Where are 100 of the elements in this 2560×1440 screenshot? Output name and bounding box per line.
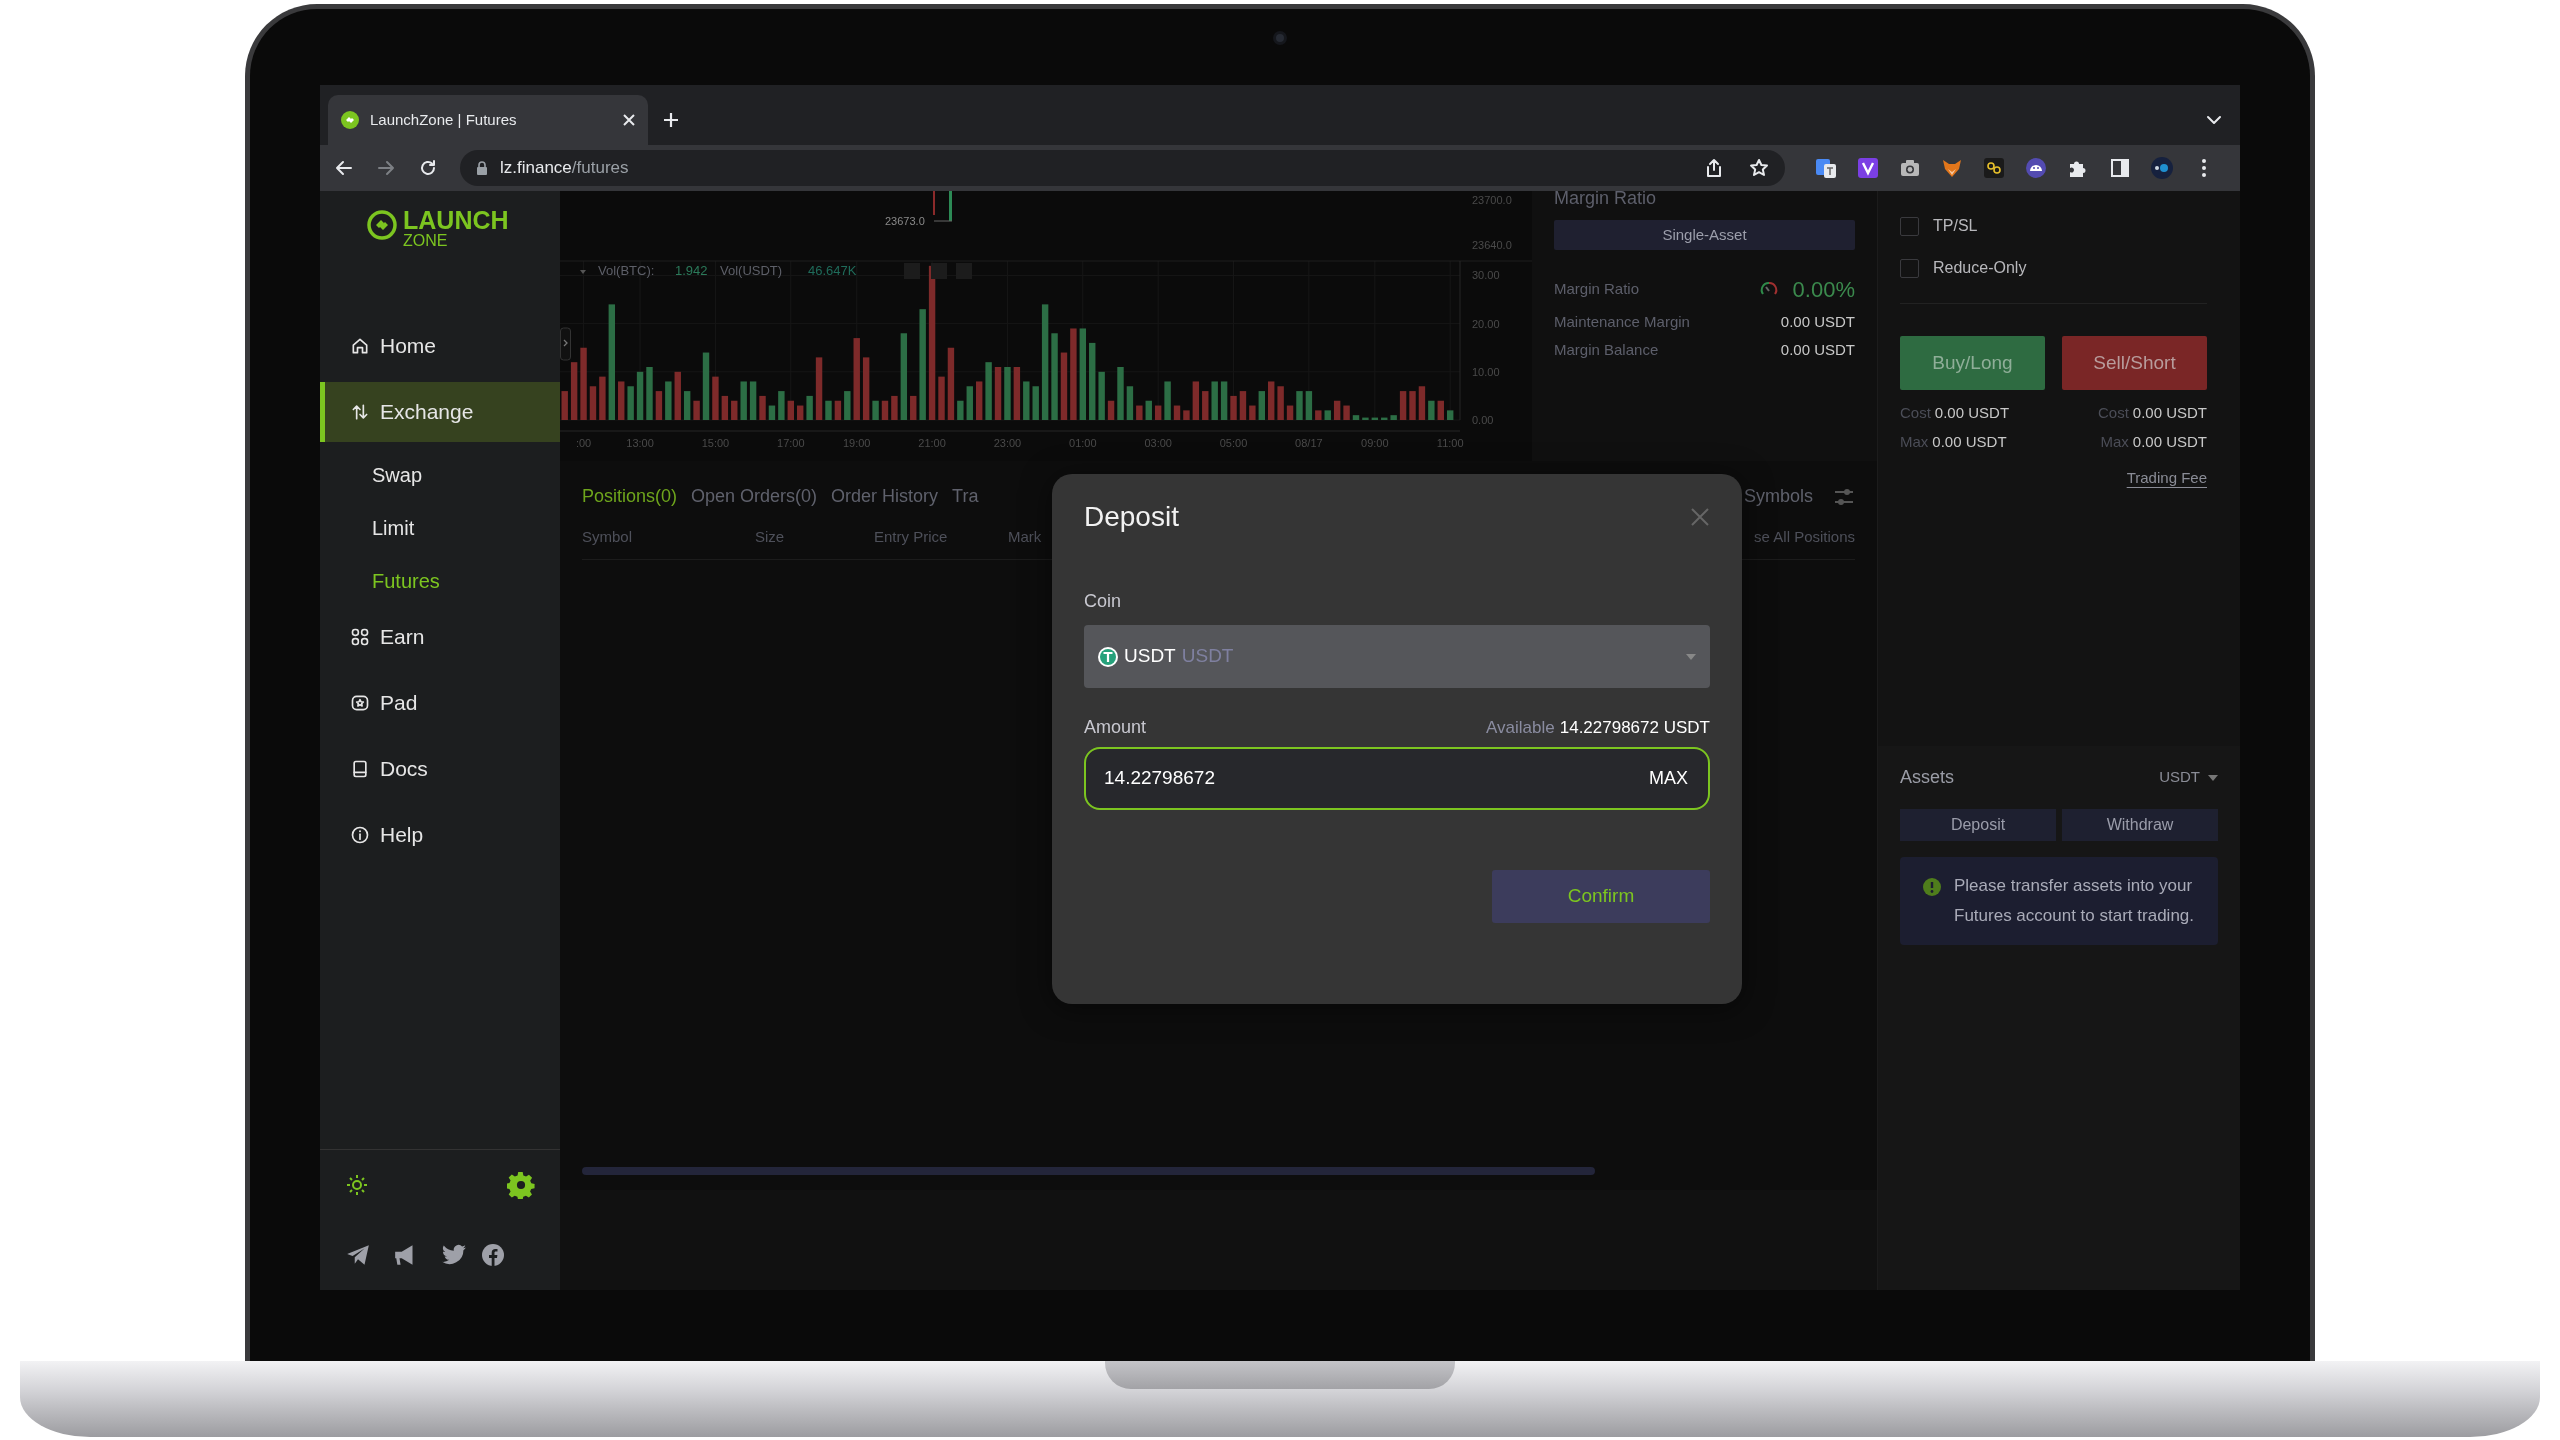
nav-subitem[interactable]: Limit xyxy=(320,501,560,554)
scrollbar[interactable] xyxy=(582,1167,1595,1175)
alert-icon xyxy=(1922,877,1942,897)
share-icon[interactable] xyxy=(1705,158,1723,178)
legend-label: Vol(USDT) xyxy=(720,263,783,278)
trading-fee-link[interactable]: Trading Fee xyxy=(2126,467,2207,490)
section-title: Assets xyxy=(1900,766,1956,789)
coin-select[interactable]: USDT USDT xyxy=(1084,625,1710,688)
volume-bar xyxy=(721,395,729,420)
max-button[interactable]: MAX xyxy=(1649,765,1688,792)
margin-mode-button[interactable]: Single-Asset xyxy=(1554,220,1855,251)
row-label: Margin Balance xyxy=(1554,340,1660,361)
stat-value: 0.00 USDT xyxy=(2132,431,2207,452)
volume-bar xyxy=(1352,415,1360,420)
axis-label: 09:00 xyxy=(1361,437,1389,449)
browser-tab[interactable]: LaunchZone | Futures xyxy=(328,95,648,145)
checkbox[interactable] xyxy=(1900,258,1919,278)
pad-icon xyxy=(350,693,370,713)
stat-label: Max xyxy=(1900,431,1929,452)
asset-button[interactable]: Withdraw xyxy=(2062,809,2218,841)
volume-bar xyxy=(768,405,776,420)
volume-bar xyxy=(1447,410,1454,420)
extension-icon[interactable] xyxy=(1983,157,2005,179)
axis-label: 19:00 xyxy=(842,437,871,449)
translate-icon[interactable] xyxy=(1815,157,1837,179)
earn-icon xyxy=(350,627,370,647)
nav-item[interactable]: Exchange xyxy=(320,382,560,442)
nav-subitem[interactable]: Swap xyxy=(320,448,560,501)
nav-item[interactable]: Help xyxy=(320,805,560,865)
axis-label: 23700.0 xyxy=(1472,194,1512,206)
nav-item[interactable]: Docs xyxy=(320,739,560,799)
exchange-icon xyxy=(350,402,370,422)
star-icon[interactable] xyxy=(1749,158,1769,178)
avatar[interactable] xyxy=(2151,157,2173,179)
volume-bar xyxy=(665,381,672,420)
volume-bar xyxy=(712,376,719,420)
volume-bar xyxy=(1390,415,1397,420)
extension-icon[interactable] xyxy=(1857,157,1879,179)
volume-bar xyxy=(561,391,568,420)
available-amount: 14.22798672 USDT xyxy=(1559,716,1710,739)
volume-bar xyxy=(1173,405,1181,420)
volume-bar xyxy=(683,391,691,420)
fox-icon[interactable] xyxy=(1941,157,1963,179)
sell-button[interactable]: Sell/Short xyxy=(2062,336,2207,390)
nav-item[interactable]: Pad xyxy=(320,673,560,733)
address-field[interactable]: lz.finance/futures xyxy=(460,150,1785,186)
dialog-title: Deposit xyxy=(1084,500,1180,534)
asset-button[interactable]: Deposit xyxy=(1900,809,2056,841)
volume-bar xyxy=(740,381,747,420)
volume-bar xyxy=(759,395,766,420)
legend-label: Vol(BTC): xyxy=(598,263,655,278)
volume-bar xyxy=(731,400,738,420)
side-panel-icon[interactable] xyxy=(2109,157,2131,179)
ghost-icon[interactable] xyxy=(2025,157,2047,179)
checkbox-label: TP/SL xyxy=(1933,216,1978,236)
volume-bar xyxy=(1362,417,1369,420)
confirm-button[interactable]: Confirm xyxy=(1492,870,1710,923)
new-tab-icon[interactable] xyxy=(662,111,680,129)
logo-icon xyxy=(367,210,397,240)
axis-label: 03:00 xyxy=(1144,437,1172,449)
token-icon xyxy=(1098,646,1118,667)
sun-icon[interactable] xyxy=(345,1173,369,1197)
column-header: Symbol xyxy=(582,527,634,547)
back-icon[interactable] xyxy=(334,158,354,178)
caret-icon xyxy=(2208,774,2218,781)
filter-label: Symbols xyxy=(1743,485,1813,508)
settings-icon[interactable] xyxy=(507,1171,535,1199)
volume-bar xyxy=(881,400,889,420)
volume-bar xyxy=(636,371,644,420)
paper-plane-icon[interactable] xyxy=(345,1242,371,1268)
reload-icon[interactable] xyxy=(418,158,438,178)
filter-icon[interactable] xyxy=(1833,486,1855,507)
volume-bar xyxy=(1296,391,1303,420)
nav-subitem[interactable]: Futures xyxy=(320,554,560,607)
chevron-down-icon[interactable] xyxy=(2206,115,2222,125)
nav-item[interactable]: Earn xyxy=(320,607,560,667)
volume-bar xyxy=(957,400,964,420)
volume-bar xyxy=(1211,381,1218,420)
axis-label: 01:00 xyxy=(1069,437,1097,449)
panel-toggle-button[interactable] xyxy=(560,327,571,361)
column-header: Entry Price xyxy=(874,527,949,547)
volume-bar xyxy=(787,400,794,420)
forward-icon[interactable] xyxy=(376,158,396,178)
volume-bar xyxy=(627,386,634,420)
currency-select[interactable]: USDT xyxy=(2159,766,2218,789)
legend-value: 1.942 xyxy=(675,263,708,278)
volume-bar xyxy=(693,400,700,420)
legend-value: 46.647K xyxy=(808,263,857,278)
checkbox-label: Reduce-Only xyxy=(1933,258,2027,278)
volume-bar xyxy=(570,362,578,420)
amount-field[interactable]: 14.22798672 MAX xyxy=(1084,747,1710,810)
camera-icon[interactable] xyxy=(1899,157,1921,179)
brand-subtitle: ZONE xyxy=(403,233,449,249)
tab[interactable]: Positions(0) xyxy=(582,483,678,510)
volume-bar xyxy=(1060,352,1068,420)
volume-bar xyxy=(1418,386,1426,420)
nav-item[interactable]: Home xyxy=(320,316,560,376)
facebook-icon[interactable] xyxy=(481,1243,505,1267)
checkbox[interactable] xyxy=(1900,216,1919,236)
axis-label: 23:00 xyxy=(993,437,1022,449)
